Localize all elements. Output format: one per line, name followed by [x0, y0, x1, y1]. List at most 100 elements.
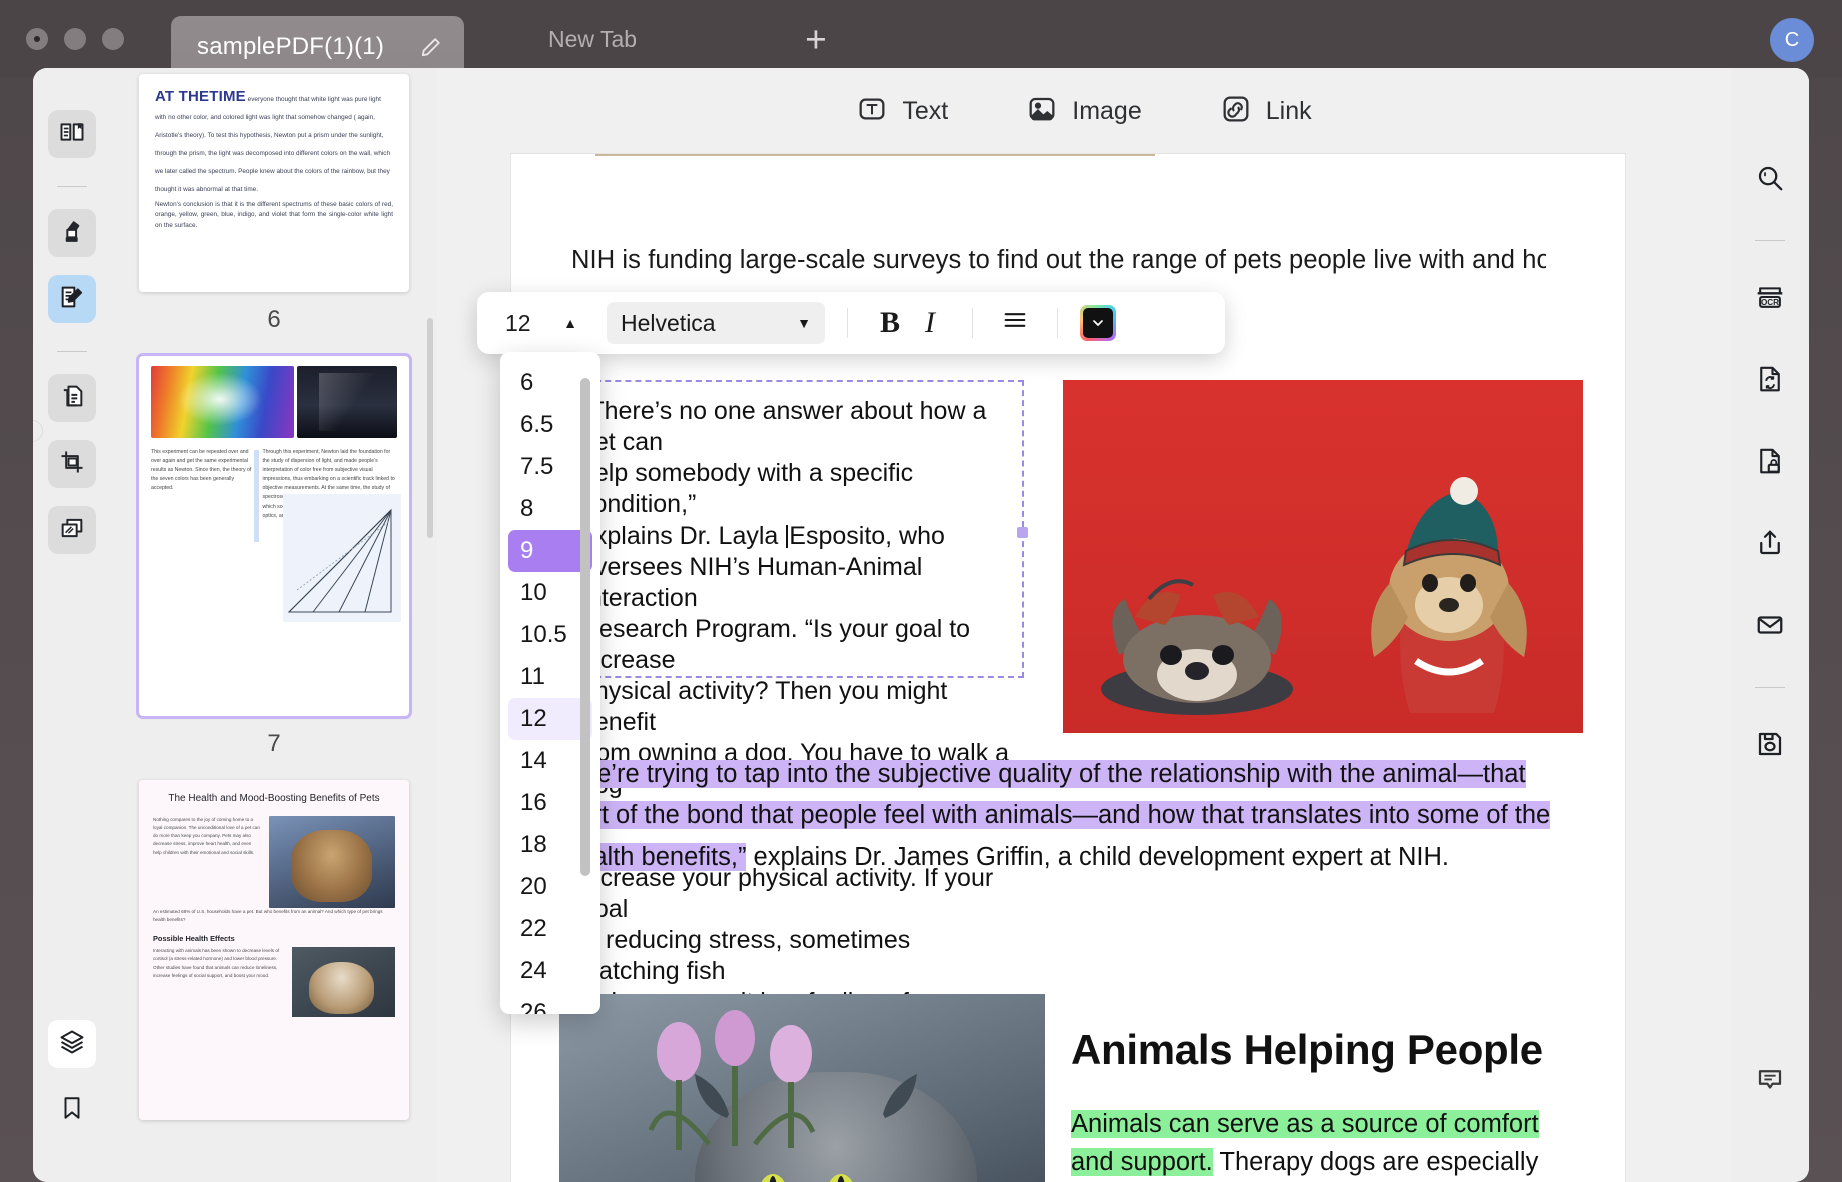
text-format-toolbar: 12 ▲ Helvetica ▼ B I [477, 292, 1225, 354]
prism-image [297, 366, 397, 438]
right-item-convert[interactable] [1746, 357, 1794, 405]
bookmark-icon [59, 1095, 85, 1126]
font-size-selector[interactable]: 12 ▲ [491, 302, 589, 344]
right-item-comment[interactable] [1746, 1058, 1794, 1106]
font-size-dropdown[interactable]: 6 6.5 7.5 8 9 10 10.5 11 12 14 16 18 20 … [500, 352, 600, 1014]
cat-photo-details [559, 994, 1045, 1182]
avatar[interactable]: C [1770, 18, 1814, 62]
font-size-dropdown-scrollbar[interactable] [580, 378, 590, 876]
share-upload-icon [1755, 528, 1785, 563]
tf-line-1: “There’s no one answer about how a pet c… [581, 396, 1010, 458]
selected-text-box[interactable]: “There’s no one answer about how a pet c… [565, 380, 1024, 678]
thumb8-title: The Health and Mood-Boosting Benefits of… [153, 792, 395, 806]
thumbnail-page-number-6: 6 [267, 306, 280, 334]
image-icon [1026, 93, 1058, 130]
thumbnail-page-7[interactable]: This experiment can be repeated over and… [139, 356, 409, 716]
rainbow-spectrum-image [151, 366, 294, 438]
font-family-value: Helvetica [621, 310, 716, 337]
sidebar-item-crop-page[interactable] [48, 440, 96, 488]
left-toolbar [33, 68, 111, 1182]
envelope-icon [1755, 610, 1785, 645]
align-button[interactable] [995, 306, 1035, 341]
stack-pages-icon [58, 514, 86, 547]
french-bulldog-illustration [1089, 559, 1304, 719]
dogs-photo[interactable] [1063, 380, 1583, 733]
thumb8-subtitle: Possible Health Effects [153, 934, 395, 943]
right-item-protect[interactable] [1746, 439, 1794, 487]
thumb8-left-text: Nothing compares to the joy of coming ho… [153, 816, 261, 908]
thumb6-heading: AT THETIME [155, 88, 246, 105]
right-item-email[interactable] [1746, 603, 1794, 651]
tool-add-image[interactable]: Image [1026, 93, 1141, 130]
maximize-window-button[interactable] [102, 28, 124, 50]
size-option-24[interactable]: 24 [508, 950, 592, 992]
right-item-ocr[interactable]: OCR [1746, 275, 1794, 323]
tool-add-text[interactable]: Text [856, 93, 948, 130]
thumbnail-page-6-content: AT THETIME everyone thought that white l… [139, 74, 409, 292]
toolbar-divider-1 [847, 308, 848, 338]
tool-add-link-label: Link [1266, 97, 1312, 126]
top-paragraph: NIH is funding large-scale surveys to fi… [571, 246, 1546, 275]
sidebar-item-layers[interactable] [48, 1020, 96, 1068]
text-color-button[interactable] [1080, 305, 1116, 341]
add-tab-button[interactable]: + [805, 21, 827, 58]
right-rail-divider-2 [1755, 687, 1785, 688]
sidebar-item-highlighter[interactable] [48, 209, 96, 257]
window-controls[interactable] [26, 28, 124, 50]
tf-line-6: physical activity? Then you might benefi… [581, 676, 1010, 738]
thumb8-dog-image [292, 947, 395, 1017]
tool-add-link[interactable]: Link [1220, 93, 1312, 130]
text-box-icon [856, 93, 888, 130]
cat-photo[interactable] [559, 994, 1045, 1182]
page-thumbnail-panel[interactable]: AT THETIME everyone thought that white l… [111, 68, 437, 1182]
sidebar-item-bookmark[interactable] [48, 1086, 96, 1134]
pages-copy-icon [58, 382, 86, 415]
thumb7-accent-bar [254, 450, 259, 542]
tf-line-5: Research Program. “Is your goal to incre… [581, 614, 1010, 676]
thumb6-body2: Newton's conclusion is that it is the di… [155, 200, 393, 231]
minimize-window-button[interactable] [64, 28, 86, 50]
thumbnail-page-8[interactable]: The Health and Mood-Boosting Benefits of… [139, 780, 409, 1120]
tool-add-image-label: Image [1072, 97, 1141, 126]
thumbnail-page-7-content: This experiment can be repeated over and… [139, 356, 409, 716]
new-tab-label[interactable]: New Tab [548, 26, 637, 53]
size-option-22[interactable]: 22 [508, 908, 592, 950]
tf-line-3a: explains Dr. Layla [581, 522, 785, 550]
italic-button[interactable]: I [910, 306, 950, 340]
sidebar-collapse-handle[interactable] [33, 420, 43, 442]
tf-line-3: explains Dr. Layla Esposito, who [581, 521, 1010, 552]
close-window-button[interactable] [26, 28, 48, 50]
selected-text-content: “There’s no one answer about how a pet c… [581, 396, 1010, 1081]
sidebar-item-compress[interactable] [48, 506, 96, 554]
thumbnail-list: AT THETIME everyone thought that white l… [111, 74, 437, 1120]
bold-button[interactable]: B [870, 306, 910, 340]
sidebar-item-organize-pages[interactable] [48, 374, 96, 422]
app-shell: AT THETIME everyone thought that white l… [33, 68, 1809, 1182]
sidebar-item-edit-pdf[interactable] [48, 275, 96, 323]
layers-icon [58, 1028, 86, 1061]
right-toolbar: OCR [1731, 68, 1809, 1182]
rail-divider-1 [57, 186, 87, 187]
right-item-share[interactable] [1746, 521, 1794, 569]
section-body: Animals can serve as a source of comfort… [1071, 1106, 1541, 1182]
pencil-icon[interactable] [420, 36, 442, 58]
resize-handle-right[interactable] [1017, 527, 1028, 538]
document-viewer: Text Image [437, 68, 1731, 1182]
thumbnail-scrollbar[interactable] [427, 318, 433, 538]
sidebar-item-reader-view[interactable] [48, 110, 96, 158]
color-picker-icon [1083, 308, 1113, 338]
comment-bubble-icon [1755, 1065, 1785, 1100]
thumb8-cat-image [269, 816, 395, 908]
font-family-selector[interactable]: Helvetica ▼ [607, 302, 825, 344]
thumbnail-page-6[interactable]: AT THETIME everyone thought that white l… [139, 74, 409, 292]
right-item-search[interactable] [1746, 156, 1794, 204]
crop-icon [58, 448, 86, 481]
thumb7-images [151, 366, 397, 438]
font-size-value: 12 [505, 310, 531, 337]
svg-text:OCR: OCR [1761, 298, 1779, 307]
right-item-save[interactable] [1746, 722, 1794, 770]
thumb7-col2: Through this experiment, Newton laid the… [262, 448, 397, 521]
ocr-icon: OCR [1754, 282, 1786, 317]
size-option-26[interactable]: 26 [508, 992, 592, 1014]
page-top-strip [595, 154, 1155, 156]
